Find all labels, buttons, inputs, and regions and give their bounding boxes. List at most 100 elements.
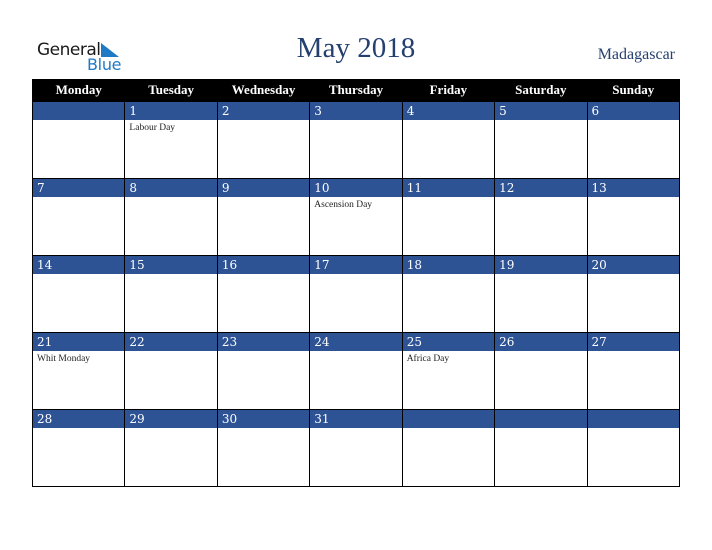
holiday-label — [403, 197, 494, 200]
day-number: 31 — [310, 410, 402, 428]
holiday-label — [33, 197, 124, 200]
day-cell[interactable]: 19 — [494, 255, 588, 333]
weekday-header-monday: Monday — [31, 79, 126, 102]
day-cell[interactable]: 28 — [31, 409, 126, 487]
day-cell[interactable]: 27 — [586, 332, 681, 410]
day-cell[interactable]: 5 — [494, 101, 588, 179]
weekday-header-row: Monday Tuesday Wednesday Thursday Friday Satu… — [31, 79, 681, 102]
holiday-label — [495, 351, 586, 354]
day-cell[interactable] — [494, 409, 588, 487]
day-cell[interactable]: 10 Ascension Day — [309, 178, 403, 256]
holiday-label — [33, 274, 124, 277]
day-cell[interactable]: 17 — [309, 255, 403, 333]
day-number: 30 — [217, 410, 310, 428]
weekday-header-saturday: Saturday — [494, 79, 588, 102]
day-cell[interactable]: 6 — [586, 101, 681, 179]
day-number: 19 — [495, 256, 587, 274]
day-number — [587, 410, 679, 428]
day-number: 8 — [125, 179, 217, 197]
day-cell[interactable]: 31 — [309, 409, 403, 487]
day-number: 26 — [495, 333, 587, 351]
day-cell[interactable]: 29 — [124, 409, 218, 487]
day-cell[interactable]: 9 — [216, 178, 311, 256]
holiday-label — [495, 197, 586, 200]
holiday-label — [310, 120, 401, 123]
day-cell[interactable]: 26 — [494, 332, 588, 410]
day-number — [402, 410, 495, 428]
day-cell[interactable]: 15 — [124, 255, 218, 333]
holiday-label — [310, 274, 401, 277]
week-row: 21 Whit Monday 22 23 24 25 Africa Day 26 27 — [31, 332, 681, 410]
day-cell[interactable]: 21 Whit Monday — [31, 332, 126, 410]
week-row: 1 Labour Day 2 3 4 5 6 — [31, 101, 681, 179]
holiday-label — [125, 428, 216, 431]
day-cell[interactable] — [31, 101, 126, 179]
weekday-header-friday: Friday — [401, 79, 496, 102]
holiday-label — [33, 120, 124, 123]
day-cell[interactable]: 2 — [216, 101, 311, 179]
day-cell[interactable]: 11 — [401, 178, 496, 256]
day-number: 14 — [33, 256, 125, 274]
holiday-label — [588, 197, 679, 200]
day-cell[interactable]: 18 — [401, 255, 496, 333]
day-cell[interactable]: 13 — [586, 178, 681, 256]
day-cell[interactable]: 20 — [586, 255, 681, 333]
holiday-label — [310, 351, 401, 354]
day-number: 1 — [125, 102, 217, 120]
day-cell[interactable]: 3 — [309, 101, 403, 179]
day-number: 24 — [310, 333, 402, 351]
country-label: Madagascar — [597, 46, 675, 63]
day-cell[interactable] — [586, 409, 681, 487]
day-cell[interactable]: 16 — [216, 255, 311, 333]
day-number: 20 — [587, 256, 679, 274]
holiday-label — [403, 428, 494, 431]
weekday-header-sunday: Sunday — [586, 79, 681, 102]
day-cell[interactable]: 23 — [216, 332, 311, 410]
day-number: 11 — [402, 179, 495, 197]
holiday-label — [495, 120, 586, 123]
day-number: 16 — [217, 256, 310, 274]
holiday-label — [588, 274, 679, 277]
calendar-grid: Monday Tuesday Wednesday Thursday Friday Satu… — [31, 79, 681, 487]
holiday-label — [588, 428, 679, 431]
day-number: 17 — [310, 256, 402, 274]
weekday-header-wednesday: Wednesday — [216, 79, 311, 102]
day-cell[interactable]: 1 Labour Day — [124, 101, 218, 179]
day-number: 6 — [587, 102, 679, 120]
day-number: 21 — [33, 333, 125, 351]
day-cell[interactable]: 25 Africa Day — [401, 332, 496, 410]
weekday-header-thursday: Thursday — [309, 79, 403, 102]
holiday-label: Africa Day — [406, 354, 450, 364]
holiday-label — [125, 351, 216, 354]
holiday-label — [403, 120, 494, 123]
holiday-label — [588, 351, 679, 354]
day-cell[interactable]: 4 — [401, 101, 496, 179]
day-cell[interactable]: 8 — [124, 178, 218, 256]
day-number: 23 — [217, 333, 310, 351]
day-cell[interactable]: 22 — [124, 332, 218, 410]
week-row: 28 29 30 31 — [31, 409, 681, 487]
day-cell[interactable]: 30 — [216, 409, 311, 487]
day-number: 18 — [402, 256, 495, 274]
week-row: 7 8 9 10 Ascension Day 11 12 13 — [31, 178, 681, 256]
holiday-label: Whit Monday — [37, 354, 91, 364]
day-number: 13 — [587, 179, 679, 197]
day-number: 9 — [217, 179, 310, 197]
day-number: 28 — [33, 410, 125, 428]
day-number — [33, 102, 125, 120]
day-number: 25 — [402, 333, 495, 351]
day-cell[interactable]: 14 — [31, 255, 126, 333]
day-cell[interactable]: 24 — [309, 332, 403, 410]
day-cell[interactable] — [401, 409, 496, 487]
day-number — [495, 410, 587, 428]
holiday-label — [218, 351, 309, 354]
holiday-label — [33, 428, 124, 431]
holiday-label — [310, 428, 401, 431]
day-cell[interactable]: 12 — [494, 178, 588, 256]
holiday-label — [218, 197, 309, 200]
holiday-label — [125, 197, 216, 200]
day-number: 27 — [587, 333, 679, 351]
day-cell[interactable]: 7 — [31, 178, 126, 256]
weekday-header-tuesday: Tuesday — [124, 79, 218, 102]
day-number: 10 — [310, 179, 402, 197]
